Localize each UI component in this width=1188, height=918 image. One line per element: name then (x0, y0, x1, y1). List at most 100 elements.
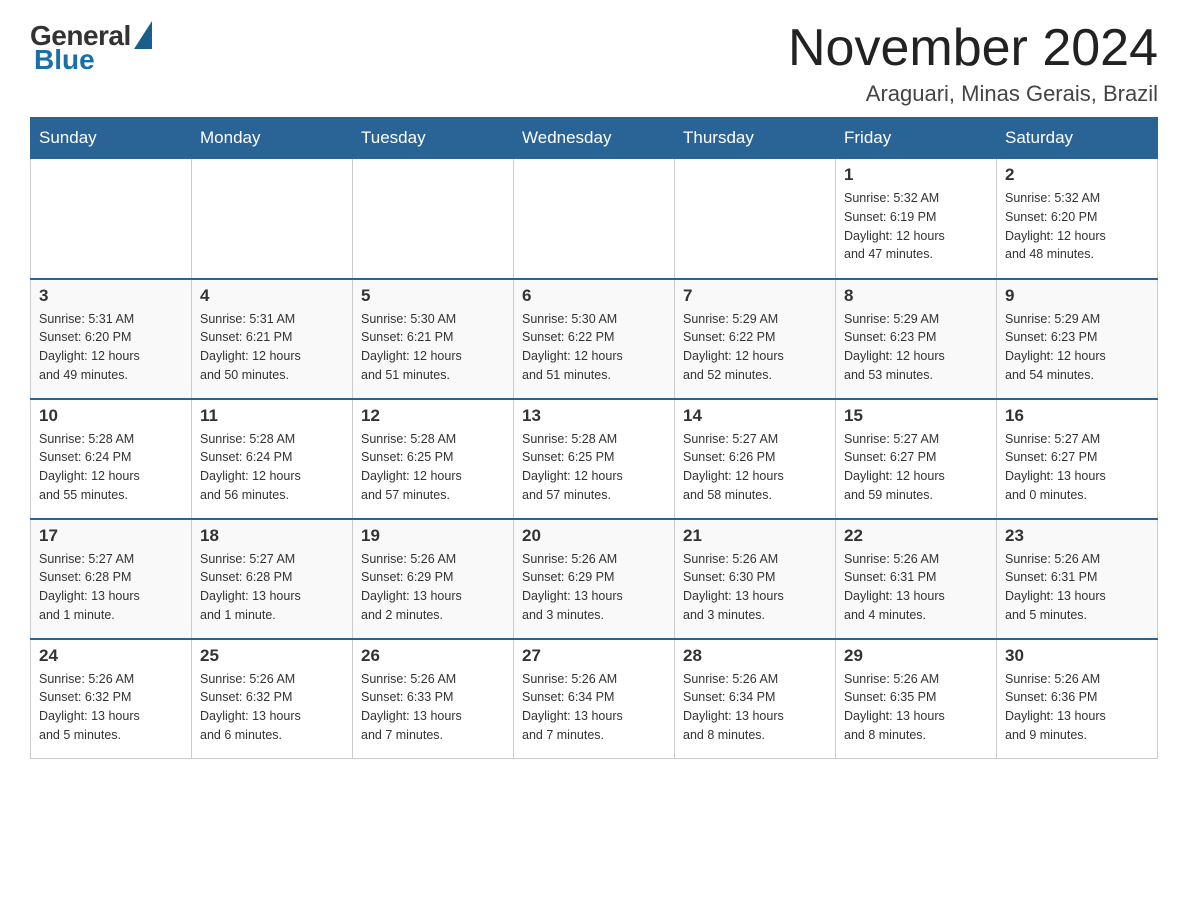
calendar-cell: 24 Sunrise: 5:26 AMSunset: 6:32 PMDayligh… (31, 639, 192, 759)
day-info: Sunrise: 5:26 AMSunset: 6:32 PMDaylight:… (39, 670, 183, 745)
day-number: 11 (200, 406, 344, 426)
calendar-cell: 29 Sunrise: 5:26 AMSunset: 6:35 PMDayligh… (836, 639, 997, 759)
day-info: Sunrise: 5:27 AMSunset: 6:28 PMDaylight:… (39, 550, 183, 625)
day-number: 23 (1005, 526, 1149, 546)
day-info: Sunrise: 5:27 AMSunset: 6:28 PMDaylight:… (200, 550, 344, 625)
calendar-cell: 23 Sunrise: 5:26 AMSunset: 6:31 PMDayligh… (997, 519, 1158, 639)
column-header-tuesday: Tuesday (353, 118, 514, 159)
day-number: 3 (39, 286, 183, 306)
day-number: 14 (683, 406, 827, 426)
logo: General Blue (30, 20, 152, 76)
day-number: 17 (39, 526, 183, 546)
day-info: Sunrise: 5:26 AMSunset: 6:33 PMDaylight:… (361, 670, 505, 745)
calendar-cell: 7 Sunrise: 5:29 AMSunset: 6:22 PMDaylight… (675, 279, 836, 399)
calendar-cell: 15Sunrise: 5:27 AMSunset: 6:27 PMDayligh… (836, 399, 997, 519)
calendar-cell: 9Sunrise: 5:29 AMSunset: 6:23 PMDaylight… (997, 279, 1158, 399)
day-number: 19 (361, 526, 505, 546)
column-header-wednesday: Wednesday (514, 118, 675, 159)
day-number: 5 (361, 286, 505, 306)
day-info: Sunrise: 5:29 AMSunset: 6:22 PMDaylight:… (683, 310, 827, 385)
day-number: 18 (200, 526, 344, 546)
day-info: Sunrise: 5:28 AMSunset: 6:24 PMDaylight:… (200, 430, 344, 505)
column-header-monday: Monday (192, 118, 353, 159)
day-info: Sunrise: 5:32 AMSunset: 6:20 PMDaylight:… (1005, 189, 1149, 264)
day-number: 1 (844, 165, 988, 185)
day-number: 9 (1005, 286, 1149, 306)
day-info: Sunrise: 5:28 AMSunset: 6:25 PMDaylight:… (522, 430, 666, 505)
day-info: Sunrise: 5:27 AMSunset: 6:27 PMDaylight:… (1005, 430, 1149, 505)
day-info: Sunrise: 5:26 AMSunset: 6:30 PMDaylight:… (683, 550, 827, 625)
day-info: Sunrise: 5:26 AMSunset: 6:36 PMDaylight:… (1005, 670, 1149, 745)
day-info: Sunrise: 5:30 AMSunset: 6:22 PMDaylight:… (522, 310, 666, 385)
day-info: Sunrise: 5:26 AMSunset: 6:31 PMDaylight:… (1005, 550, 1149, 625)
day-number: 6 (522, 286, 666, 306)
day-number: 7 (683, 286, 827, 306)
calendar-cell (675, 159, 836, 279)
day-number: 22 (844, 526, 988, 546)
calendar-cell: 6 Sunrise: 5:30 AMSunset: 6:22 PMDaylight… (514, 279, 675, 399)
day-info: Sunrise: 5:27 AMSunset: 6:26 PMDaylight:… (683, 430, 827, 505)
calendar-cell: 13Sunrise: 5:28 AMSunset: 6:25 PMDayligh… (514, 399, 675, 519)
day-info: Sunrise: 5:26 AMSunset: 6:35 PMDaylight:… (844, 670, 988, 745)
day-number: 4 (200, 286, 344, 306)
calendar-cell: 30 Sunrise: 5:26 AMSunset: 6:36 PMDayligh… (997, 639, 1158, 759)
calendar-cell: 26 Sunrise: 5:26 AMSunset: 6:33 PMDayligh… (353, 639, 514, 759)
calendar-week-row: 10 Sunrise: 5:28 AMSunset: 6:24 PMDayligh… (31, 399, 1158, 519)
day-number: 21 (683, 526, 827, 546)
calendar-cell: 21 Sunrise: 5:26 AMSunset: 6:30 PMDayligh… (675, 519, 836, 639)
day-info: Sunrise: 5:30 AMSunset: 6:21 PMDaylight:… (361, 310, 505, 385)
month-title: November 2024 (788, 20, 1158, 77)
day-info: Sunrise: 5:31 AMSunset: 6:21 PMDaylight:… (200, 310, 344, 385)
calendar-cell (31, 159, 192, 279)
calendar-cell: 11 Sunrise: 5:28 AMSunset: 6:24 PMDayligh… (192, 399, 353, 519)
day-info: Sunrise: 5:26 AMSunset: 6:32 PMDaylight:… (200, 670, 344, 745)
title-block: November 2024 Araguari, Minas Gerais, Br… (788, 20, 1158, 107)
calendar-cell: 17 Sunrise: 5:27 AMSunset: 6:28 PMDayligh… (31, 519, 192, 639)
calendar-cell: 20Sunrise: 5:26 AMSunset: 6:29 PMDayligh… (514, 519, 675, 639)
day-number: 10 (39, 406, 183, 426)
column-header-friday: Friday (836, 118, 997, 159)
calendar-table: SundayMondayTuesdayWednesdayThursdayFrid… (30, 117, 1158, 759)
calendar-cell: 4 Sunrise: 5:31 AMSunset: 6:21 PMDaylight… (192, 279, 353, 399)
day-number: 8 (844, 286, 988, 306)
calendar-cell: 3 Sunrise: 5:31 AMSunset: 6:20 PMDaylight… (31, 279, 192, 399)
calendar-cell: 28 Sunrise: 5:26 AMSunset: 6:34 PMDayligh… (675, 639, 836, 759)
logo-blue-text: Blue (34, 44, 95, 76)
calendar-week-row: 3 Sunrise: 5:31 AMSunset: 6:20 PMDaylight… (31, 279, 1158, 399)
day-info: Sunrise: 5:27 AMSunset: 6:27 PMDaylight:… (844, 430, 988, 505)
calendar-cell: 18 Sunrise: 5:27 AMSunset: 6:28 PMDayligh… (192, 519, 353, 639)
page-header: General Blue November 2024 Araguari, Min… (30, 20, 1158, 107)
calendar-cell (353, 159, 514, 279)
calendar-cell (514, 159, 675, 279)
day-number: 27 (522, 646, 666, 666)
calendar-cell: 10Sunrise: 5:28 AMSunset: 6:24 PMDayligh… (31, 399, 192, 519)
calendar-header-row: SundayMondayTuesdayWednesdayThursdayFrid… (31, 118, 1158, 159)
day-info: Sunrise: 5:29 AMSunset: 6:23 PMDaylight:… (844, 310, 988, 385)
day-info: Sunrise: 5:26 AMSunset: 6:34 PMDaylight:… (683, 670, 827, 745)
column-header-thursday: Thursday (675, 118, 836, 159)
day-number: 30 (1005, 646, 1149, 666)
calendar-week-row: 24 Sunrise: 5:26 AMSunset: 6:32 PMDayligh… (31, 639, 1158, 759)
day-number: 26 (361, 646, 505, 666)
calendar-cell: 27Sunrise: 5:26 AMSunset: 6:34 PMDayligh… (514, 639, 675, 759)
day-number: 20 (522, 526, 666, 546)
calendar-cell: 1Sunrise: 5:32 AMSunset: 6:19 PMDaylight… (836, 159, 997, 279)
calendar-cell: 2Sunrise: 5:32 AMSunset: 6:20 PMDaylight… (997, 159, 1158, 279)
calendar-cell: 5 Sunrise: 5:30 AMSunset: 6:21 PMDaylight… (353, 279, 514, 399)
column-header-saturday: Saturday (997, 118, 1158, 159)
location-title: Araguari, Minas Gerais, Brazil (788, 81, 1158, 107)
calendar-cell: 14 Sunrise: 5:27 AMSunset: 6:26 PMDayligh… (675, 399, 836, 519)
column-header-sunday: Sunday (31, 118, 192, 159)
day-info: Sunrise: 5:31 AMSunset: 6:20 PMDaylight:… (39, 310, 183, 385)
day-info: Sunrise: 5:26 AMSunset: 6:29 PMDaylight:… (361, 550, 505, 625)
day-number: 29 (844, 646, 988, 666)
logo-flag-icon (134, 21, 152, 49)
calendar-cell (192, 159, 353, 279)
calendar-cell: 19 Sunrise: 5:26 AMSunset: 6:29 PMDayligh… (353, 519, 514, 639)
day-number: 24 (39, 646, 183, 666)
calendar-cell: 22Sunrise: 5:26 AMSunset: 6:31 PMDayligh… (836, 519, 997, 639)
calendar-week-row: 1Sunrise: 5:32 AMSunset: 6:19 PMDaylight… (31, 159, 1158, 279)
day-number: 28 (683, 646, 827, 666)
day-number: 16 (1005, 406, 1149, 426)
calendar-cell: 25Sunrise: 5:26 AMSunset: 6:32 PMDayligh… (192, 639, 353, 759)
